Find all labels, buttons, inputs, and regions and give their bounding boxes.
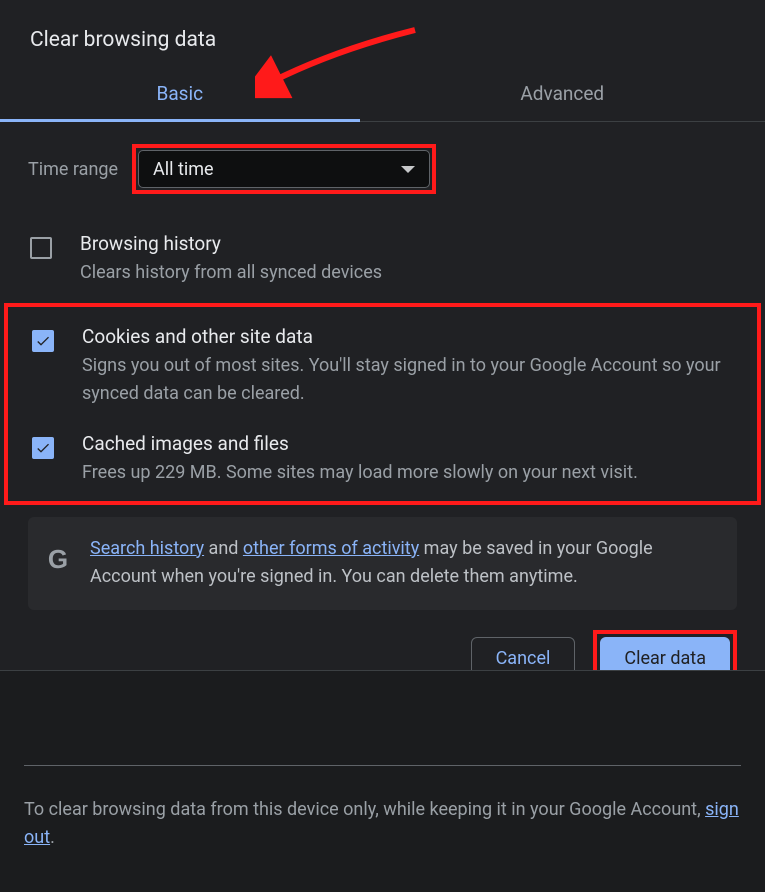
search-history-link[interactable]: Search history xyxy=(90,538,204,559)
time-range-select[interactable]: All time xyxy=(138,150,430,188)
option-label: Cookies and other site data xyxy=(82,325,733,348)
info-text: Search history and other forms of activi… xyxy=(90,535,719,593)
footer-area: To clear browsing data from this device … xyxy=(0,670,765,892)
other-activity-link[interactable]: other forms of activity xyxy=(243,538,419,559)
time-range-value: All time xyxy=(153,159,214,180)
google-icon: G xyxy=(46,539,70,581)
option-description: Signs you out of most sites. You'll stay… xyxy=(82,352,733,408)
annotation-box-options: Cookies and other site data Signs you ou… xyxy=(4,303,761,505)
checkbox-browsing-history[interactable] xyxy=(30,237,52,259)
footer-text: To clear browsing data from this device … xyxy=(24,796,741,852)
checkbox-cookies[interactable] xyxy=(32,330,54,352)
dialog-title: Clear browsing data xyxy=(0,0,765,74)
option-description: Clears history from all synced devices xyxy=(80,259,382,287)
option-description: Frees up 229 MB. Some sites may load mor… xyxy=(82,459,638,487)
tab-basic[interactable]: Basic xyxy=(0,74,360,121)
time-range-row: Time range All time xyxy=(28,144,737,194)
caret-down-icon xyxy=(401,166,415,173)
option-label: Browsing history xyxy=(80,232,382,255)
divider xyxy=(24,765,741,766)
google-account-info: G Search history and other forms of acti… xyxy=(28,517,737,611)
option-browsing-history: Browsing history Clears history from all… xyxy=(28,224,737,303)
tab-bar: Basic Advanced xyxy=(0,74,765,122)
time-range-label: Time range xyxy=(28,159,118,180)
tab-advanced[interactable]: Advanced xyxy=(360,74,765,121)
annotation-box-timerange: All time xyxy=(132,144,436,194)
option-cache: Cached images and files Frees up 229 MB.… xyxy=(30,424,735,495)
option-cookies: Cookies and other site data Signs you ou… xyxy=(30,317,735,424)
option-label: Cached images and files xyxy=(82,432,638,455)
checkbox-cache[interactable] xyxy=(32,437,54,459)
